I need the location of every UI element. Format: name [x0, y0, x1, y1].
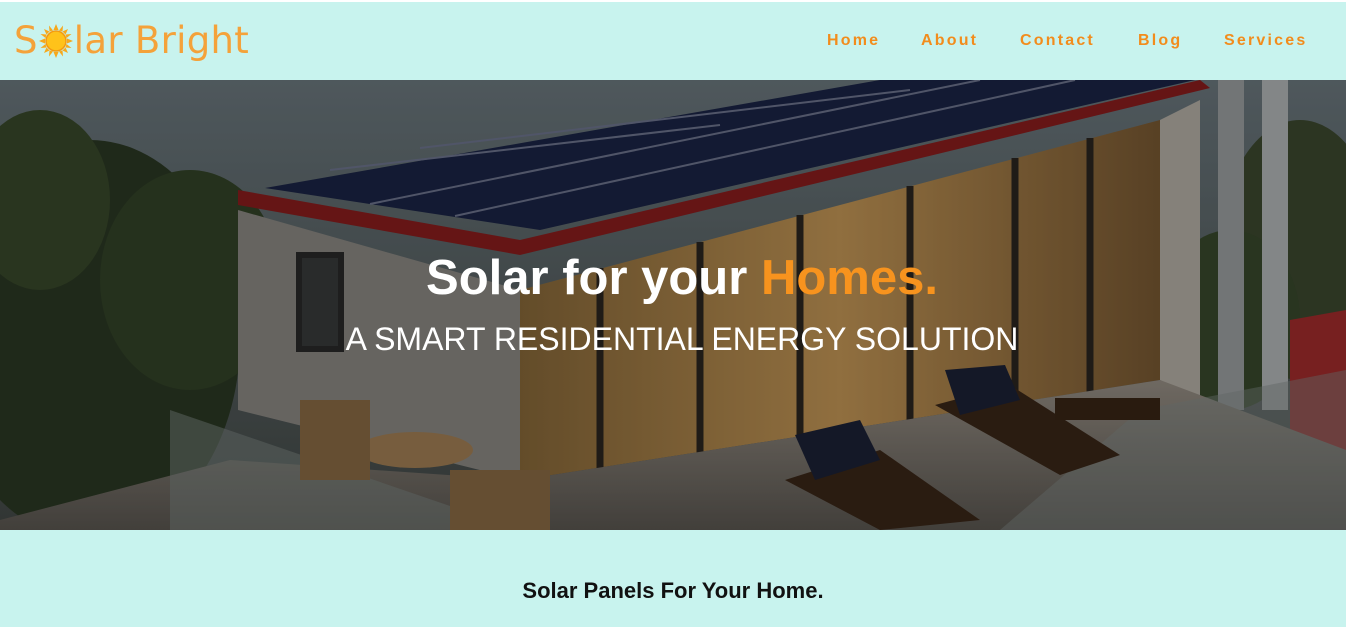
- brand-name-end: lar Bright: [73, 18, 250, 62]
- nav-home-link[interactable]: Home: [827, 32, 880, 50]
- nav-contact-link[interactable]: Contact: [1020, 32, 1095, 50]
- navbar: S lar Bright Home About Contact Blog Ser…: [0, 2, 1346, 80]
- nav-blog-link[interactable]: Blog: [1138, 32, 1182, 50]
- nav-services-link[interactable]: Services: [1224, 32, 1307, 50]
- nav-about-link[interactable]: About: [921, 32, 978, 50]
- hero-title: Solar for your Homes.: [0, 250, 1346, 306]
- sun-icon: [38, 24, 73, 58]
- section-heading: Solar Panels For Your Home.: [522, 578, 824, 603]
- hero-title-accent: Homes.: [760, 251, 938, 305]
- hero-title-main: Solar for your: [426, 251, 748, 305]
- brand-logo[interactable]: S lar Bright: [14, 16, 249, 64]
- hero-banner: Solar for your Homes. A SMART RESIDENTIA…: [0, 80, 1346, 530]
- hero-subtitle: A SMART RESIDENTIAL ENERGY SOLUTION: [345, 321, 1019, 357]
- brand-name-start: S: [14, 18, 38, 62]
